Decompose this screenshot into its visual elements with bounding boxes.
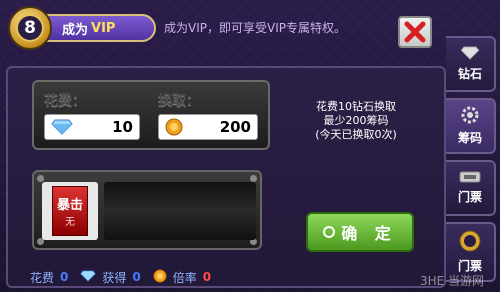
tab-diamond[interactable]: 钻石 [446,36,496,92]
confirm-button[interactable]: 确 定 [306,212,414,252]
circle-icon [323,226,336,238]
bottom-cost-label: 花费 [30,270,55,285]
diamond-icon [460,46,480,63]
crit-sub: 无 [65,217,75,228]
slot-reel-right [104,182,256,240]
confirm-label: 确 定 [341,224,397,243]
promo-text: 成为VIP，即可享受VIP专属特权。 [164,21,346,35]
get-value: 200 [219,118,251,136]
info-line2: 最少200筹码 [323,114,389,127]
diamond-icon [51,119,73,135]
corner-bolt [37,175,44,182]
tab-diamond-label: 钻石 [457,67,482,81]
ticket-icon [459,171,481,186]
vip-ribbon-button[interactable]: 成为 VIP [36,14,156,42]
close-button[interactable] [398,16,432,48]
gear-icon [461,106,479,127]
vip-icon [459,230,481,255]
exchange-info: 花费10钻石换取 最少200筹码 (今天已换取0次) [296,100,416,142]
tab-ticket[interactable]: 门票 [446,160,496,216]
crit-title: 暴击 [56,198,83,213]
corner-bolt [250,175,257,182]
chip-icon [165,118,183,136]
exchange-box: 花费： 换取： 10 200 [32,80,270,150]
bottom-get-value: 0 [132,270,141,284]
watermark: 3HE 当游网 [420,274,485,288]
info-line1: 花费10钻石换取 [316,100,396,113]
result-bar: 花费 0 获得 0 倍率 0 [30,268,217,286]
cost-field: 10 [44,114,140,140]
slot-machine: 暴击 无 [32,170,262,250]
chip-icon [153,268,167,286]
bottom-rate-value: 0 [202,270,212,284]
cost-value: 10 [112,118,133,136]
tab-chips-label: 筹码 [457,131,482,145]
bottom-get-label: 获得 [102,270,127,285]
bottom-rate-label: 倍率 [172,270,197,285]
slot-reel-left: 暴击 无 [42,182,98,240]
diamond-icon [80,270,97,285]
ribbon-prefix: 成为 [62,22,89,38]
close-icon [404,21,426,43]
tab-chips[interactable]: 筹码 [446,98,496,154]
ribbon-vip: VIP [91,20,116,36]
crit-tile: 暴击 无 [52,186,88,236]
get-field: 200 [158,114,258,140]
vip-level-number: 8 [16,14,44,42]
info-line3: (今天已换取0次) [315,128,397,141]
vip-level-badge: 8 [8,6,52,50]
bottom-cost-value: 0 [60,270,69,284]
cost-label: 花费： [44,93,86,109]
tab-ticket-label: 门票 [457,190,482,204]
get-label: 换取： [158,93,200,109]
